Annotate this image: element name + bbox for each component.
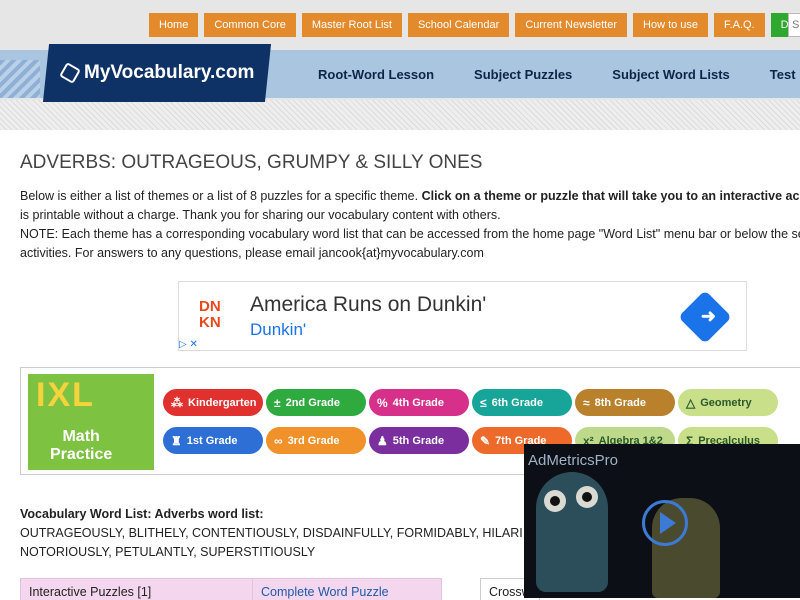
- intro-line-4: activities. For answers to any questions…: [20, 246, 484, 260]
- nav-faq-link[interactable]: F.A.Q.: [714, 13, 765, 37]
- grade-label: 8th Grade: [594, 396, 646, 409]
- grade-icon: △: [686, 395, 696, 410]
- adchoices-icon[interactable]: ▷ ✕: [179, 339, 198, 350]
- intro-bold-text: Click on a theme or puzzle that will tak…: [421, 189, 800, 203]
- ixl-tagline-1: Math: [62, 428, 100, 445]
- grade-button[interactable]: ≈8th Grade: [575, 389, 675, 416]
- word-list-title: Vocabulary Word List: Adverbs word list:: [20, 507, 264, 521]
- grade-icon: ±: [274, 395, 281, 410]
- nav-subject-puzzles[interactable]: Subject Puzzles: [474, 67, 572, 82]
- grade-label: Geometry: [700, 396, 752, 409]
- site-logo[interactable]: MyVocabulary.com: [59, 44, 255, 102]
- grade-label: 1st Grade: [186, 434, 238, 447]
- interactive-puzzles-cell: Interactive Puzzles [1]: [21, 579, 253, 600]
- grade-label: Kindergarten: [188, 396, 257, 409]
- grade-button[interactable]: △ Geometry: [678, 389, 778, 416]
- grade-button[interactable]: ⁂ Kindergarten: [163, 389, 263, 416]
- header-pattern: [0, 100, 800, 130]
- grade-icon: ✎: [480, 433, 491, 448]
- grade-icon: ∞: [274, 433, 283, 448]
- nav-master-root-list-link[interactable]: Master Root List: [301, 13, 402, 37]
- nav-how-to-use-link[interactable]: How to use: [633, 13, 709, 37]
- ixl-logo: IXL: [36, 376, 95, 414]
- intro-line-2: is printable without a charge. Thank you…: [20, 208, 501, 222]
- monster-illustration: [536, 472, 608, 592]
- grade-button[interactable]: ♟ 5th Grade: [369, 427, 469, 454]
- grade-icon: %: [377, 395, 388, 410]
- grade-icon: ≤: [480, 395, 487, 410]
- eye-icon: [576, 486, 598, 508]
- hexagon-icon: [59, 62, 81, 84]
- ixl-logo-panel: IXL Math Practice: [28, 374, 154, 470]
- dunkin-logo-bottom: KN: [199, 314, 221, 331]
- ad-advertiser[interactable]: Dunkin': [250, 320, 306, 340]
- grade-icon: ♜: [171, 433, 182, 448]
- ixl-tagline-2: Practice: [50, 446, 113, 463]
- nav-test-prep[interactable]: Test Pre: [770, 67, 800, 82]
- grade-icon: ♟: [377, 433, 388, 448]
- eye-icon: [544, 490, 566, 512]
- nav-school-calendar-link[interactable]: School Calendar: [407, 13, 510, 37]
- grade-icon: ≈: [583, 395, 590, 410]
- grade-label: 4th Grade: [392, 396, 445, 409]
- page-title: ADVERBS: OUTRAGEOUS, GRUMPY & SILLY ONES: [20, 152, 483, 173]
- dunkin-logo: DN KN: [199, 299, 235, 335]
- ixl-tagline: Math Practice: [50, 428, 112, 464]
- nav-root-word-lesson[interactable]: Root-Word Lesson: [318, 67, 434, 82]
- grade-button[interactable]: % 4th Grade: [369, 389, 469, 416]
- intro-line-3: NOTE: Each theme has a corresponding voc…: [20, 227, 800, 241]
- grade-button[interactable]: ≤6th Grade: [472, 389, 572, 416]
- grade-label: 6th Grade: [491, 396, 543, 409]
- grade-button[interactable]: ±2nd Grade: [266, 389, 366, 416]
- grade-button[interactable]: ♜ 1st Grade: [163, 427, 263, 454]
- search-input[interactable]: S: [788, 13, 800, 37]
- word-list-line-1: OUTRAGEOUSLY, BLITHELY, CONTENTIOUSLY, D…: [20, 526, 523, 540]
- word-list: Vocabulary Word List: Adverbs word list:…: [20, 505, 523, 562]
- nav-bar-decoration: [0, 60, 40, 98]
- video-ad[interactable]: AdMetricsPro: [524, 444, 800, 598]
- grade-button[interactable]: ∞ 3rd Grade: [266, 427, 366, 454]
- video-ad-brand: AdMetricsPro: [528, 452, 619, 469]
- nav-subject-word-lists[interactable]: Subject Word Lists: [612, 67, 730, 82]
- word-list-heading: Vocabulary Word List: Adverbs word list:: [20, 505, 523, 524]
- complete-word-puzzle-link[interactable]: Complete Word Puzzle: [253, 579, 389, 600]
- intro-plain-text: Below is either a list of themes or a li…: [20, 189, 422, 203]
- logo-text: MyVocabulary.com: [84, 62, 255, 83]
- intro-text: Below is either a list of themes or a li…: [20, 187, 800, 263]
- dunkin-logo-top: DN: [199, 298, 221, 315]
- word-list-line-2: NOTORIOUSLY, PETULANTLY, SUPERSTITIOUSLY: [20, 545, 316, 559]
- puzzle-table-row: Interactive Puzzles [1] Complete Word Pu…: [20, 578, 442, 600]
- arrow-right-icon: ➜: [700, 306, 716, 326]
- intro-line-1: Below is either a list of themes or a li…: [20, 187, 800, 206]
- grade-label: 3rd Grade: [287, 434, 340, 447]
- play-icon: [660, 512, 676, 534]
- nav-home-link[interactable]: Home: [149, 13, 199, 37]
- grade-label: 2nd Grade: [285, 396, 340, 409]
- grade-label: 5th Grade: [392, 434, 445, 447]
- nav-current-newsletter-link[interactable]: Current Newsletter: [515, 13, 628, 37]
- dunkin-ad[interactable]: DN KN America Runs on Dunkin' Dunkin' ➜ …: [178, 281, 747, 351]
- grade-icon: ⁂: [171, 395, 183, 410]
- nav-common-core-link[interactable]: Common Core: [204, 13, 296, 37]
- top-nav: Home Common Core Master Root List School…: [149, 13, 800, 37]
- ad-headline[interactable]: America Runs on Dunkin': [250, 293, 486, 317]
- main-nav: Root-Word Lesson Subject Puzzles Subject…: [318, 50, 800, 98]
